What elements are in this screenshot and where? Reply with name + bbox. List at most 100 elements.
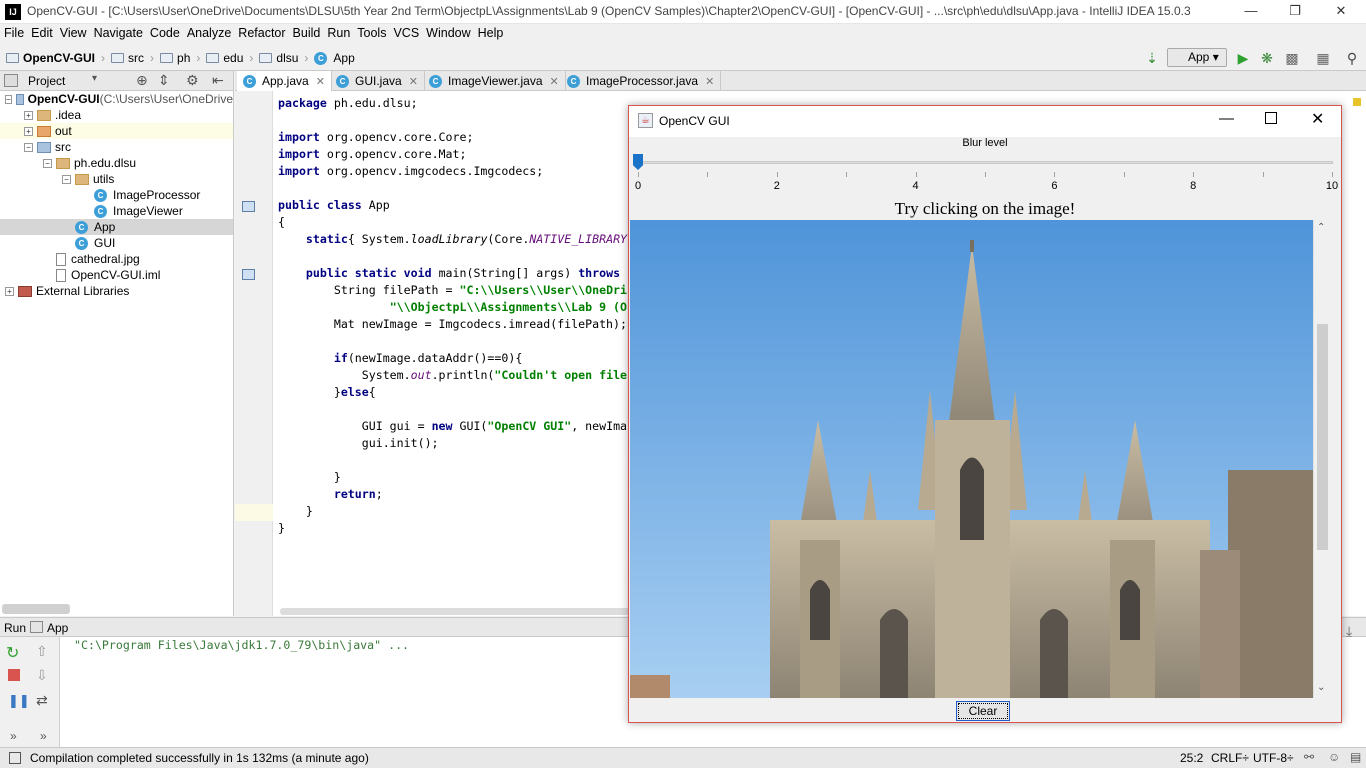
- expand-icon[interactable]: +: [24, 126, 33, 136]
- tree-item[interactable]: + out: [0, 123, 233, 139]
- hide-panel-icon[interactable]: ⇤: [212, 72, 224, 89]
- expand-icon[interactable]: +: [24, 110, 33, 120]
- event-log-icon[interactable]: ▤: [1350, 750, 1361, 764]
- dialog-close-icon[interactable]: ✕: [1311, 109, 1324, 129]
- cathedral-image[interactable]: [630, 220, 1313, 698]
- menu-item-code[interactable]: Code: [146, 24, 183, 40]
- project-structure-icon[interactable]: ▦: [1314, 49, 1332, 67]
- breadcrumb-item[interactable]: src: [128, 51, 144, 65]
- stop-icon[interactable]: [8, 669, 20, 681]
- close-tab-icon[interactable]: ✕: [705, 75, 714, 88]
- editor-horizontal-scrollbar[interactable]: [280, 608, 630, 615]
- menu-item-analyze[interactable]: Analyze: [183, 24, 234, 40]
- scroll-down-icon[interactable]: ⌄: [1317, 682, 1325, 693]
- line-separator[interactable]: CRLF÷: [1211, 751, 1249, 765]
- dialog-minimize-icon[interactable]: —: [1219, 110, 1234, 127]
- scroll-to-end-icon[interactable]: ⤓: [1346, 623, 1352, 640]
- minimize-icon[interactable]: —: [1228, 0, 1274, 24]
- code-line: return;: [333, 487, 383, 501]
- close-icon[interactable]: ✕: [1318, 0, 1364, 24]
- lock-icon[interactable]: ⚯: [1304, 750, 1314, 764]
- tree-item[interactable]: − utils: [0, 171, 233, 187]
- tree-item[interactable]: C App: [0, 219, 233, 235]
- tool-windows-icon[interactable]: [9, 752, 21, 764]
- search-everywhere-icon[interactable]: ⚲: [1343, 49, 1361, 67]
- tree-item[interactable]: + .idea: [0, 107, 233, 123]
- restore-icon[interactable]: ❐: [1272, 0, 1318, 24]
- menu-item-navigate[interactable]: Navigate: [90, 24, 146, 40]
- tab-imageviewer-java[interactable]: C ImageViewer.java ✕: [423, 71, 566, 91]
- more-icon[interactable]: »: [10, 729, 17, 743]
- status-bar: Compilation completed successfully in 1s…: [0, 747, 1366, 768]
- coverage-icon[interactable]: ▩: [1283, 49, 1301, 67]
- down-arrow-icon[interactable]: ⇩: [36, 667, 48, 684]
- menu-item-file[interactable]: File: [0, 24, 27, 40]
- run-gutter-icon[interactable]: [242, 201, 255, 212]
- tree-item[interactable]: − OpenCV-GUI (C:\Users\User\OneDrive: [0, 91, 233, 107]
- collapse-icon[interactable]: −: [5, 94, 12, 104]
- scrollbar-thumb[interactable]: [1317, 324, 1328, 550]
- breadcrumb-item[interactable]: ph: [177, 51, 190, 65]
- blur-slider-track[interactable]: [637, 161, 1333, 164]
- breadcrumb-item[interactable]: edu: [223, 51, 243, 65]
- scroll-up-icon[interactable]: ⌃: [1317, 222, 1325, 233]
- menu-item-run[interactable]: Run: [323, 24, 353, 40]
- collapse-icon[interactable]: −: [62, 174, 71, 184]
- menu-item-build[interactable]: Build: [289, 24, 324, 40]
- menu-item-view[interactable]: View: [56, 24, 90, 40]
- collapse-icon[interactable]: −: [43, 158, 52, 168]
- image-vertical-scrollbar[interactable]: ⌃ ⌄: [1313, 220, 1330, 698]
- tree-item-label: ImageViewer: [113, 204, 183, 218]
- close-tab-icon[interactable]: ✕: [550, 75, 559, 88]
- breadcrumb-item[interactable]: OpenCV-GUI: [23, 51, 95, 65]
- close-tab-icon[interactable]: ✕: [409, 75, 418, 88]
- collapse-all-icon[interactable]: ⇕: [158, 72, 170, 89]
- menu-item-vcs[interactable]: VCS: [389, 24, 422, 40]
- expand-icon[interactable]: +: [5, 286, 14, 296]
- debug-icon[interactable]: ❋: [1258, 49, 1276, 67]
- caret-position[interactable]: 25:2: [1180, 751, 1203, 765]
- settings-gear-icon[interactable]: ⚙: [186, 72, 199, 89]
- run-config-select[interactable]: App ▾: [1167, 48, 1227, 67]
- tab-imageprocessor-java[interactable]: C ImageProcessor.java ✕: [561, 71, 722, 91]
- tree-item[interactable]: C ImageViewer: [0, 203, 233, 219]
- collapse-icon[interactable]: −: [24, 142, 33, 152]
- close-tab-icon[interactable]: ✕: [316, 75, 325, 88]
- run-tab-label[interactable]: App: [47, 621, 68, 635]
- menu-item-window[interactable]: Window: [422, 24, 473, 40]
- horizontal-scrollbar[interactable]: [2, 604, 70, 614]
- tab-app-java[interactable]: C App.java ✕: [237, 71, 332, 91]
- up-arrow-icon[interactable]: ⇧: [36, 643, 48, 660]
- run-gutter-icon[interactable]: [242, 269, 255, 280]
- make-project-icon[interactable]: ⇣: [1143, 49, 1161, 67]
- breadcrumb-item[interactable]: dlsu: [276, 51, 298, 65]
- rerun-icon[interactable]: ↻: [6, 643, 19, 663]
- dialog-maximize-icon[interactable]: [1265, 112, 1277, 124]
- run-icon[interactable]: ▶: [1234, 49, 1252, 67]
- tree-item[interactable]: C ImageProcessor: [0, 187, 233, 203]
- hector-icon[interactable]: ☺: [1328, 750, 1340, 764]
- run-tab-icon: [30, 621, 43, 633]
- more-icon[interactable]: »: [40, 729, 47, 743]
- file-encoding[interactable]: UTF-8÷: [1253, 751, 1294, 765]
- menu-item-edit[interactable]: Edit: [27, 24, 56, 40]
- slider-tick: [638, 172, 639, 177]
- blur-slider-thumb[interactable]: [633, 154, 643, 170]
- scroll-from-source-icon[interactable]: ⊕: [136, 72, 148, 89]
- clear-button[interactable]: Clear: [956, 701, 1010, 721]
- view-dropdown-icon[interactable]: ▾: [92, 73, 97, 84]
- tree-item[interactable]: cathedral.jpg: [0, 251, 233, 267]
- editor-gutter: [235, 91, 273, 616]
- breadcrumb-item[interactable]: App: [333, 51, 354, 65]
- tree-item[interactable]: OpenCV-GUI.iml: [0, 267, 233, 283]
- tree-item[interactable]: C GUI: [0, 235, 233, 251]
- menu-item-tools[interactable]: Tools: [353, 24, 389, 40]
- menu-item-help[interactable]: Help: [474, 24, 507, 40]
- tree-item[interactable]: − src: [0, 139, 233, 155]
- pause-icon[interactable]: ❚❚: [8, 693, 30, 709]
- menu-item-refactor[interactable]: Refactor: [234, 24, 288, 40]
- tree-item[interactable]: − ph.edu.dlsu: [0, 155, 233, 171]
- tab-gui-java[interactable]: C GUI.java ✕: [330, 71, 425, 91]
- soft-wrap-icon[interactable]: ⇄: [36, 692, 48, 709]
- tree-item[interactable]: + External Libraries: [0, 283, 233, 299]
